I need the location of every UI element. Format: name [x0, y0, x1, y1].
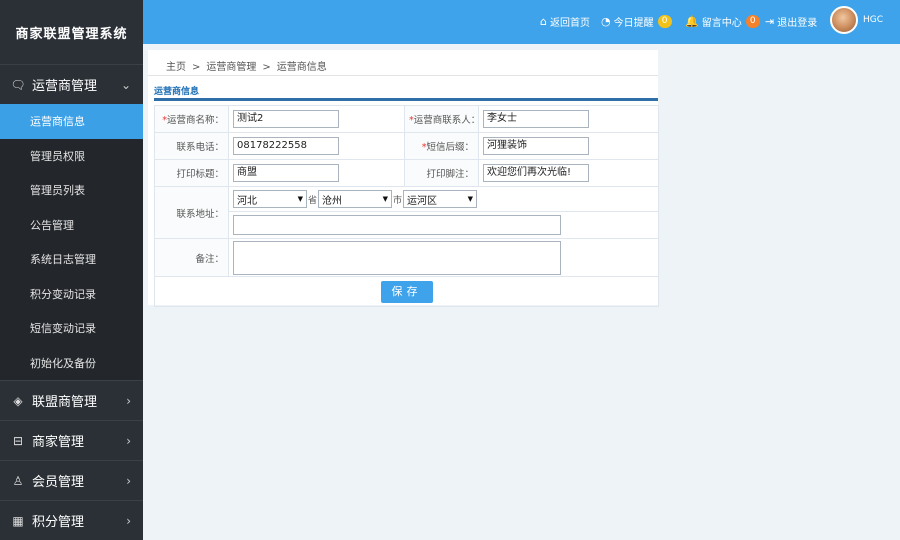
sidebar-item-announcements[interactable]: 公告管理	[0, 207, 143, 242]
chevron-right-icon: ›	[126, 513, 131, 528]
section-title: 运营商信息	[154, 87, 200, 97]
sidebar-group-label: 会员管理	[32, 475, 85, 490]
dropdown-arrow-icon: ▼	[297, 195, 303, 203]
sms-suffix-input[interactable]: 河狸装饰	[483, 137, 589, 155]
home-icon: ⌂	[540, 15, 547, 28]
remark-textarea[interactable]	[233, 240, 561, 275]
sidebar-group-alliance[interactable]: ◈ 联盟商管理 ›	[0, 380, 143, 420]
province-select[interactable]: 河北 ▼	[233, 190, 307, 208]
print-footer-label: 打印脚注：	[404, 159, 479, 187]
sidebar-item-system-logs[interactable]: 系统日志管理	[0, 242, 143, 277]
sidebar-group-points[interactable]: ▦ 积分管理 ›	[0, 500, 143, 540]
username: HGC	[863, 15, 884, 25]
clock-icon: ◔	[601, 15, 611, 28]
name-label: *运营商名称：	[154, 105, 229, 133]
logout-icon: ⇥	[765, 15, 775, 28]
store-icon: ⊟	[12, 433, 24, 448]
address-detail-input[interactable]	[233, 215, 561, 235]
breadcrumb-home[interactable]: 主页	[166, 62, 186, 73]
province-unit: 省	[308, 195, 318, 206]
breadcrumb-divider	[148, 75, 658, 76]
phone-input[interactable]: 08178222558	[233, 137, 339, 155]
sidebar-group-merchant[interactable]: ⊟ 商家管理 ›	[0, 420, 143, 460]
avatar[interactable]	[830, 6, 858, 34]
section-divider	[154, 98, 658, 101]
message-center-label: 留言中心	[701, 18, 742, 29]
sidebar-item-operator-info[interactable]: 运营商信息	[0, 104, 143, 139]
breadcrumb-current: 运营商信息	[276, 62, 327, 73]
sidebar-item-admin-permissions[interactable]: 管理员权限	[0, 138, 143, 173]
print-title-input[interactable]: 商盟	[233, 164, 339, 182]
top-bar: ⌂ 返回首页 ◔ 今日提醒 0 🔔 留言中心 0 ⇥ 退出登录 HGC	[143, 0, 900, 44]
sidebar: 商家联盟管理系统 🗨 运营商管理 ⌄ 运营商信息 管理员权限 管理员列表 公告管…	[0, 0, 143, 540]
save-button[interactable]: 保存	[380, 280, 433, 303]
print-footer-input[interactable]: 欢迎您们再次光临!	[483, 164, 589, 182]
city-select[interactable]: 沧州 ▼	[318, 190, 393, 208]
bell-icon: 🔔	[685, 15, 699, 28]
sidebar-group-label: 运营商管理	[32, 79, 98, 94]
sidebar-group-label: 积分管理	[32, 515, 85, 530]
chevron-down-icon: ⌄	[120, 77, 131, 92]
city-unit: 市	[393, 195, 403, 206]
remark-label: 备注：	[154, 238, 229, 277]
home-link[interactable]: ⌂ 返回首页	[540, 14, 590, 29]
chevron-right-icon: ›	[126, 433, 131, 448]
phone-label: 联系电话：	[154, 132, 229, 160]
message-icon: 🗨	[10, 77, 26, 92]
sidebar-item-points-records[interactable]: 积分变动记录	[0, 276, 143, 311]
logout-label: 退出登录	[777, 18, 818, 29]
district-select[interactable]: 运河区 ▼	[403, 190, 478, 208]
sidebar-group-label: 商家管理	[32, 435, 85, 450]
app-logo-title: 商家联盟管理系统	[15, 26, 128, 42]
calendar-icon: ▦	[12, 513, 24, 528]
today-reminder-label: 今日提醒	[613, 18, 654, 29]
sidebar-item-admin-list[interactable]: 管理员列表	[0, 173, 143, 208]
contact-person-input[interactable]: 李女士	[483, 110, 589, 128]
breadcrumb-separator: >	[192, 62, 201, 73]
sms-suffix-label: *短信后缀：	[404, 132, 479, 160]
address-label: 联系地址：	[154, 186, 229, 239]
content-panel: 主页 > 运营商管理 > 运营商信息 运营商信息 *运营商名称： 测试2 *运营商联系人…	[148, 50, 659, 307]
sidebar-item-init-backup[interactable]: 初始化及备份	[0, 345, 143, 380]
home-link-label: 返回首页	[549, 18, 590, 29]
chevron-right-icon: ›	[126, 393, 131, 408]
sidebar-group-member[interactable]: ♙ 会员管理 ›	[0, 460, 143, 500]
operator-name-input[interactable]: 测试2	[233, 110, 339, 128]
chevron-right-icon: ›	[126, 473, 131, 488]
breadcrumb-operator-management[interactable]: 运营商管理	[206, 62, 256, 73]
message-center-link[interactable]: 🔔 留言中心 0	[685, 14, 760, 29]
dropdown-arrow-icon: ▼	[467, 195, 474, 203]
reminder-count-badge: 0	[657, 15, 672, 28]
sidebar-item-sms-records[interactable]: 短信变动记录	[0, 311, 143, 346]
breadcrumb: 主页 > 运营商管理 > 运营商信息	[166, 58, 327, 73]
dropdown-arrow-icon: ▼	[382, 195, 389, 203]
logout-link[interactable]: ⇥ 退出登录	[765, 14, 817, 29]
diamond-icon: ◈	[13, 393, 23, 408]
operator-info-form: *运营商名称： 测试2 *运营商联系人： 李女士 联系电话： 081782225…	[154, 105, 659, 307]
print-title-label: 打印标题：	[154, 159, 229, 187]
breadcrumb-separator: >	[262, 62, 271, 73]
sidebar-group-label: 联盟商管理	[32, 395, 98, 410]
today-reminder-link[interactable]: ◔ 今日提醒 0	[601, 14, 672, 29]
user-icon: ♙	[12, 473, 24, 488]
message-count-badge: 0	[745, 15, 760, 28]
sidebar-group-operator[interactable]: 🗨 运营商管理 ⌄	[0, 64, 143, 104]
contact-label: *运营商联系人：	[404, 105, 480, 133]
